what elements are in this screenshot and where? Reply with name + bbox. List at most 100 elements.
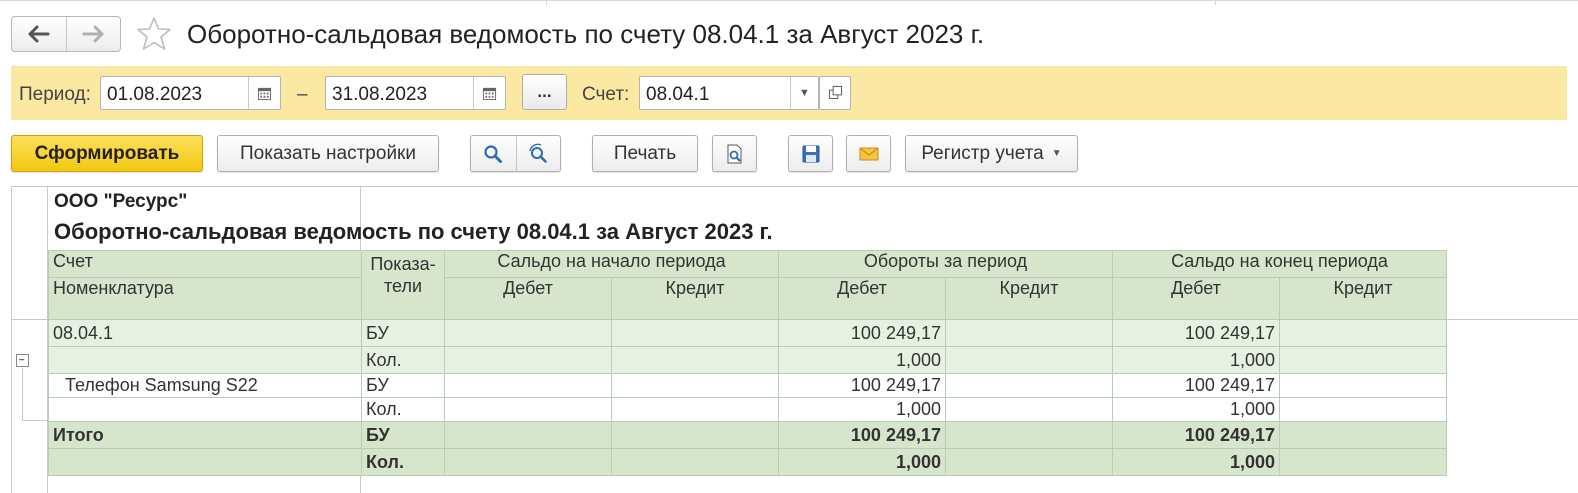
opening-debit-cell bbox=[444, 397, 612, 422]
star-icon[interactable] bbox=[135, 16, 173, 52]
email-button[interactable] bbox=[846, 135, 891, 172]
row-name: Итого bbox=[48, 421, 362, 449]
opening-credit-cell bbox=[611, 397, 779, 422]
turnover-credit-cell bbox=[945, 448, 1113, 476]
account-value: 08.04.1 bbox=[646, 84, 710, 105]
closing-credit-cell bbox=[1279, 319, 1447, 347]
total-row[interactable]: Итого БУ 100 249,17 100 249,17 bbox=[48, 421, 1447, 449]
opening-debit-cell bbox=[444, 448, 612, 476]
window-title: Оборотно-сальдовая ведомость по счету 08… bbox=[187, 19, 985, 49]
register-dropdown[interactable]: Регистр учета ▼ bbox=[905, 135, 1078, 172]
turnover-credit-cell bbox=[945, 397, 1113, 422]
turnover-credit-cell bbox=[945, 421, 1113, 449]
nomenclature-header: Номенклатура bbox=[48, 277, 362, 320]
opening-balance-header: Сальдо на начало периода bbox=[444, 250, 779, 278]
row-indicator: БУ bbox=[361, 319, 445, 347]
table-row[interactable]: Телефон Samsung S22 БУ 100 249,17 100 24… bbox=[48, 373, 1447, 398]
search-button[interactable] bbox=[471, 136, 516, 171]
navigation-buttons bbox=[11, 16, 121, 52]
turnover-debit-cell: 100 249,17 bbox=[778, 421, 946, 449]
arrow-left-icon bbox=[28, 25, 50, 43]
closing-debit-cell: 100 249,17 bbox=[1112, 373, 1280, 398]
save-button[interactable] bbox=[788, 135, 833, 172]
open-account-button[interactable] bbox=[819, 76, 851, 110]
date-from-field[interactable]: 01.08.2023 bbox=[100, 76, 281, 110]
period-select-button[interactable]: ... bbox=[522, 74, 567, 110]
border-tick bbox=[1215, 1, 1216, 5]
debit-header: Дебет bbox=[1112, 277, 1280, 320]
opening-credit-cell bbox=[611, 346, 779, 374]
table-row[interactable]: Кол. 1,000 1,000 bbox=[48, 397, 1447, 422]
report-left-line bbox=[11, 186, 12, 493]
turnover-credit-cell bbox=[945, 373, 1113, 398]
floppy-disk-icon bbox=[802, 145, 819, 162]
register-label: Регистр учета bbox=[921, 142, 1044, 164]
row-name: Телефон Samsung S22 bbox=[48, 373, 362, 398]
preview-button[interactable] bbox=[712, 135, 757, 172]
tree-line bbox=[22, 368, 23, 421]
calendar-icon[interactable] bbox=[473, 77, 505, 109]
period-label: Период: bbox=[19, 84, 91, 105]
row-indicator: Кол. bbox=[361, 397, 445, 422]
account-header: Счет bbox=[48, 250, 362, 278]
report-title: Оборотно-сальдовая ведомость по счету 08… bbox=[54, 219, 773, 244]
turnover-debit-cell: 100 249,17 bbox=[778, 319, 946, 347]
turnover-credit-cell bbox=[945, 319, 1113, 347]
account-label: Счет: bbox=[582, 84, 630, 105]
collapse-group-icon[interactable] bbox=[16, 354, 29, 367]
opening-debit-cell bbox=[444, 373, 612, 398]
search-next-button[interactable] bbox=[515, 136, 561, 171]
closing-balance-header: Сальдо на конец периода bbox=[1112, 250, 1447, 278]
total-row[interactable]: Кол. 1,000 1,000 bbox=[48, 448, 1447, 476]
closing-debit-cell: 100 249,17 bbox=[1112, 421, 1280, 449]
row-name: 08.04.1 bbox=[48, 319, 362, 347]
tree-line bbox=[22, 420, 48, 421]
debit-header: Дебет bbox=[444, 277, 612, 320]
turnover-debit-cell: 100 249,17 bbox=[778, 373, 946, 398]
credit-header: Кредит bbox=[945, 277, 1113, 320]
show-settings-button[interactable]: Показать настройки bbox=[217, 135, 439, 172]
back-button[interactable] bbox=[12, 17, 66, 51]
indicators-header: Показа- тели bbox=[361, 250, 445, 320]
row-indicator: Кол. bbox=[361, 448, 445, 476]
row-name bbox=[48, 346, 362, 374]
opening-debit-cell bbox=[444, 421, 612, 449]
credit-header: Кредит bbox=[1279, 277, 1447, 320]
table-row[interactable]: Кол. 1,000 1,000 bbox=[48, 346, 1447, 374]
date-from-value: 01.08.2023 bbox=[107, 84, 203, 105]
search-icon bbox=[484, 144, 503, 163]
print-button[interactable]: Печать bbox=[592, 135, 698, 172]
forward-button[interactable] bbox=[65, 17, 121, 51]
chevron-down-icon[interactable]: ▼ bbox=[790, 77, 818, 109]
table-row[interactable]: 08.04.1 БУ 100 249,17 100 249,17 bbox=[48, 319, 1447, 347]
account-field[interactable]: 08.04.1 ▼ bbox=[639, 76, 819, 110]
opening-credit-cell bbox=[611, 319, 779, 347]
opening-debit-cell bbox=[444, 346, 612, 374]
turnover-header: Обороты за период bbox=[778, 250, 1113, 278]
filter-panel: Период: 01.08.2023 – 31.08.2023 ... Счет… bbox=[11, 66, 1567, 120]
turnover-debit-cell: 1,000 bbox=[778, 448, 946, 476]
date-to-field[interactable]: 31.08.2023 bbox=[325, 76, 506, 110]
generate-button[interactable]: Сформировать bbox=[11, 135, 203, 172]
closing-credit-cell bbox=[1279, 421, 1447, 449]
search-next-icon bbox=[529, 143, 548, 163]
row-indicator: БУ bbox=[361, 421, 445, 449]
closing-debit-cell: 1,000 bbox=[1112, 448, 1280, 476]
organization-name: ООО "Ресурс" bbox=[54, 191, 188, 212]
top-border bbox=[0, 0, 1578, 5]
closing-debit-cell: 100 249,17 bbox=[1112, 319, 1280, 347]
opening-credit-cell bbox=[611, 373, 779, 398]
report-area: ООО "Ресурс" Оборотно-сальдовая ведомост… bbox=[11, 186, 1578, 493]
arrow-right-icon bbox=[82, 25, 104, 43]
search-buttons bbox=[470, 135, 561, 172]
closing-credit-cell bbox=[1279, 373, 1447, 398]
opening-credit-cell bbox=[611, 421, 779, 449]
calendar-icon[interactable] bbox=[248, 77, 280, 109]
turnover-credit-cell bbox=[945, 346, 1113, 374]
report-top-line bbox=[11, 186, 1578, 187]
row-indicator: БУ bbox=[361, 373, 445, 398]
closing-credit-cell bbox=[1279, 346, 1447, 374]
date-to-value: 31.08.2023 bbox=[332, 84, 428, 105]
row-indicator: Кол. bbox=[361, 346, 445, 374]
credit-header: Кредит bbox=[611, 277, 779, 320]
